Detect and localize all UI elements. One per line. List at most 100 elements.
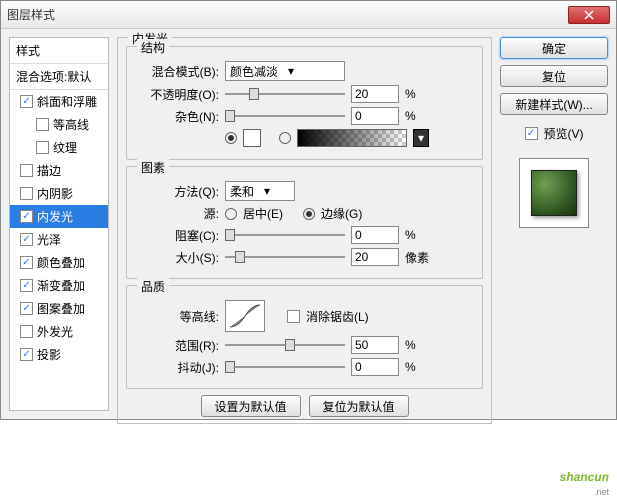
sidebar-checkbox[interactable] <box>20 256 33 269</box>
sidebar-checkbox[interactable] <box>20 164 33 177</box>
preview-label: 预览(V) <box>544 125 584 142</box>
source-center-label: 居中(E) <box>243 205 283 222</box>
right-panel: 确定 复位 新建样式(W)... 预览(V) <box>500 37 608 411</box>
source-edge-label: 边缘(G) <box>321 205 362 222</box>
preview-box <box>519 158 589 228</box>
noise-input[interactable] <box>351 107 399 125</box>
reset-default-button[interactable]: 复位为默认值 <box>309 395 409 417</box>
sidebar-item-label: 颜色叠加 <box>37 254 85 271</box>
sidebar-checkbox[interactable] <box>20 325 33 338</box>
gradient-radio[interactable] <box>279 132 291 144</box>
sidebar-item-label: 描边 <box>37 162 61 179</box>
sidebar-item-4[interactable]: 内阴影 <box>10 182 108 205</box>
layer-style-dialog: 图层样式 样式 混合选项:默认 斜面和浮雕等高线纹理描边内阴影内发光光泽颜色叠加… <box>0 0 617 420</box>
antialias-label: 消除锯齿(L) <box>306 308 369 325</box>
noise-label: 杂色(N): <box>139 108 219 125</box>
quality-title: 品质 <box>137 278 169 295</box>
sidebar-checkbox[interactable] <box>20 348 33 361</box>
technique-select[interactable]: 柔和 ▾ <box>225 181 295 201</box>
sidebar-checkbox[interactable] <box>36 141 49 154</box>
sidebar-checkbox[interactable] <box>36 118 49 131</box>
color-swatch[interactable] <box>243 129 261 147</box>
jitter-input[interactable] <box>351 358 399 376</box>
noise-slider[interactable] <box>225 108 345 124</box>
quality-group: 品质 等高线: 消除锯齿(L) <box>126 285 483 389</box>
source-center-radio[interactable] <box>225 208 237 220</box>
sidebar-item-label: 外发光 <box>37 323 73 340</box>
sidebar-header-styles[interactable]: 样式 <box>10 38 108 64</box>
range-slider[interactable] <box>225 337 345 353</box>
technique-label: 方法(Q): <box>139 183 219 200</box>
sidebar-header-blend[interactable]: 混合选项:默认 <box>10 64 108 90</box>
ok-button[interactable]: 确定 <box>500 37 608 59</box>
sidebar-item-0[interactable]: 斜面和浮雕 <box>10 90 108 113</box>
sidebar-item-label: 内阴影 <box>37 185 73 202</box>
styles-sidebar: 样式 混合选项:默认 斜面和浮雕等高线纹理描边内阴影内发光光泽颜色叠加渐变叠加图… <box>9 37 109 411</box>
sidebar-item-label: 等高线 <box>53 116 89 133</box>
noise-unit: % <box>405 109 435 123</box>
sidebar-checkbox[interactable] <box>20 233 33 246</box>
size-input[interactable] <box>351 248 399 266</box>
new-style-button[interactable]: 新建样式(W)... <box>500 93 608 115</box>
size-unit: 像素 <box>405 249 435 266</box>
cancel-button[interactable]: 复位 <box>500 65 608 87</box>
sidebar-item-11[interactable]: 投影 <box>10 343 108 366</box>
window-title: 图层样式 <box>7 6 568 23</box>
sidebar-item-10[interactable]: 外发光 <box>10 320 108 343</box>
jitter-slider[interactable] <box>225 359 345 375</box>
sidebar-item-label: 渐变叠加 <box>37 277 85 294</box>
contour-icon <box>228 303 262 329</box>
elements-title: 图素 <box>137 159 169 176</box>
color-radio[interactable] <box>225 132 237 144</box>
sidebar-item-5[interactable]: 内发光 <box>10 205 108 228</box>
opacity-unit: % <box>405 87 435 101</box>
close-button[interactable] <box>568 6 610 24</box>
structure-group: 结构 混合模式(B): 颜色减淡 ▾ 不透明度(O): <box>126 46 483 160</box>
jitter-unit: % <box>405 360 435 374</box>
close-icon <box>584 10 594 20</box>
blend-mode-label: 混合模式(B): <box>139 63 219 80</box>
gradient-picker[interactable] <box>297 129 407 147</box>
sidebar-checkbox[interactable] <box>20 95 33 108</box>
set-default-button[interactable]: 设置为默认值 <box>201 395 301 417</box>
sidebar-checkbox[interactable] <box>20 187 33 200</box>
preview-thumbnail <box>531 170 577 216</box>
sidebar-item-1[interactable]: 等高线 <box>10 113 108 136</box>
opacity-input[interactable] <box>351 85 399 103</box>
contour-picker[interactable] <box>225 300 265 332</box>
choke-input[interactable] <box>351 226 399 244</box>
sidebar-item-label: 光泽 <box>37 231 61 248</box>
sidebar-item-8[interactable]: 渐变叠加 <box>10 274 108 297</box>
chevron-down-icon: ▾ <box>284 64 298 78</box>
source-edge-radio[interactable] <box>303 208 315 220</box>
range-label: 范围(R): <box>139 337 219 354</box>
opacity-slider[interactable] <box>225 86 345 102</box>
contour-label: 等高线: <box>139 308 219 325</box>
range-input[interactable] <box>351 336 399 354</box>
sidebar-item-2[interactable]: 纹理 <box>10 136 108 159</box>
sidebar-item-3[interactable]: 描边 <box>10 159 108 182</box>
sidebar-item-label: 图案叠加 <box>37 300 85 317</box>
sidebar-item-6[interactable]: 光泽 <box>10 228 108 251</box>
inner-glow-panel: 内发光 结构 混合模式(B): 颜色减淡 ▾ 不透明度(O): <box>117 37 492 424</box>
sidebar-checkbox[interactable] <box>20 302 33 315</box>
sidebar-item-label: 斜面和浮雕 <box>37 93 97 110</box>
gradient-dropdown-icon[interactable]: ▾ <box>413 129 429 147</box>
preview-checkbox[interactable] <box>525 127 538 140</box>
elements-group: 图素 方法(Q): 柔和 ▾ 源: 居中(E) <box>126 166 483 279</box>
choke-label: 阻塞(C): <box>139 227 219 244</box>
jitter-label: 抖动(J): <box>139 359 219 376</box>
sidebar-checkbox[interactable] <box>20 279 33 292</box>
sidebar-item-label: 纹理 <box>53 139 77 156</box>
titlebar[interactable]: 图层样式 <box>1 1 616 29</box>
range-unit: % <box>405 338 435 352</box>
size-slider[interactable] <box>225 249 345 265</box>
choke-slider[interactable] <box>225 227 345 243</box>
blend-mode-select[interactable]: 颜色减淡 ▾ <box>225 61 345 81</box>
sidebar-item-9[interactable]: 图案叠加 <box>10 297 108 320</box>
antialias-checkbox[interactable] <box>287 310 300 323</box>
sidebar-item-7[interactable]: 颜色叠加 <box>10 251 108 274</box>
sidebar-checkbox[interactable] <box>20 210 33 223</box>
structure-title: 结构 <box>137 39 169 56</box>
sidebar-item-label: 内发光 <box>37 208 73 225</box>
